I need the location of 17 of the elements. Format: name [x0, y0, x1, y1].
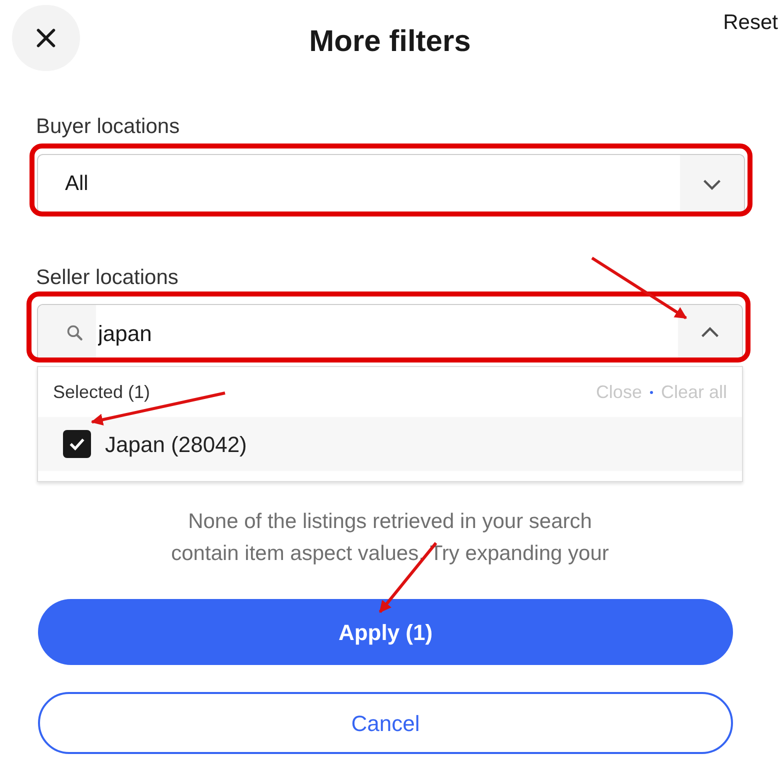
- reset-link[interactable]: Reset: [723, 7, 778, 38]
- selected-count: Selected (1): [53, 380, 150, 404]
- dialog-title: More filters: [309, 24, 471, 60]
- checkbox[interactable]: [63, 430, 91, 458]
- cancel-button[interactable]: Cancel: [38, 692, 733, 754]
- close-icon: [35, 27, 57, 49]
- info-message-line: contain item aspect values. Try expanding your: [171, 541, 609, 567]
- buyer-locations-dropdown[interactable]: All: [37, 154, 745, 214]
- info-message-line: None of the listings retrieved in your search: [188, 509, 592, 535]
- dropdown-value: All: [65, 171, 88, 198]
- option-label: Japan (28042): [105, 430, 247, 459]
- search-icon: [66, 324, 84, 342]
- field-label: Buyer locations: [36, 114, 181, 137]
- dropdown-toggle[interactable]: [680, 155, 744, 213]
- field-label: Seller locations: [36, 265, 180, 288]
- option-row[interactable]: Japan (28042): [38, 417, 742, 471]
- apply-button[interactable]: Apply (1): [38, 599, 733, 665]
